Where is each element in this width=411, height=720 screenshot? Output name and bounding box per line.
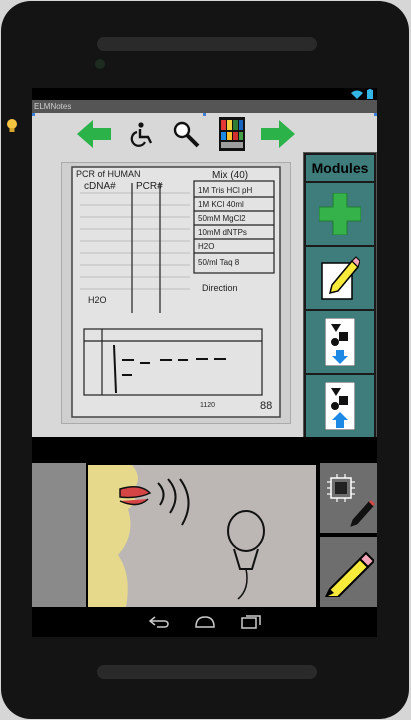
note-page-number: 88 xyxy=(260,400,272,412)
note-col-mix: Mix (40) xyxy=(212,170,248,181)
top-speaker xyxy=(97,37,317,51)
pencil-icon xyxy=(324,551,374,597)
app-title: ELMNotes xyxy=(32,100,377,113)
mix-line-4: 10mM dNTPs xyxy=(198,228,247,237)
plus-icon xyxy=(319,193,361,235)
home-icon xyxy=(195,616,215,628)
mix-line-6: 50/ml Taq 8 xyxy=(198,258,240,267)
selection-handle xyxy=(32,113,35,116)
navigation-bar xyxy=(32,607,377,637)
notes-app: PCR of HUMAN cDNA# PCR# Mix (40) 1M Tris… xyxy=(32,113,377,463)
wifi-icon xyxy=(351,90,363,99)
search-button[interactable] xyxy=(168,117,204,151)
shapes-arrow-up-icon xyxy=(325,382,355,430)
color-palette-button[interactable] xyxy=(214,117,250,151)
notebook-drawing: PCR of HUMAN cDNA# PCR# Mix (40) 1M Tris… xyxy=(62,163,290,423)
wheelchair-icon xyxy=(130,122,153,147)
speech-microphone-drawing xyxy=(88,465,316,607)
magnifier-icon xyxy=(173,121,200,148)
nav-recents-button[interactable] xyxy=(240,612,262,632)
back-button[interactable] xyxy=(76,117,112,151)
edit-module-button[interactable] xyxy=(306,247,374,309)
battery-icon xyxy=(367,89,373,99)
mix-line-3: 50mM MgCl2 xyxy=(198,214,246,223)
selection-handle xyxy=(374,113,377,116)
note-direction-label: Direction xyxy=(202,283,238,293)
speech-drawing-image[interactable] xyxy=(88,465,316,607)
nav-home-button[interactable] xyxy=(194,612,216,632)
color-palette-icon xyxy=(219,117,245,151)
divider-strip xyxy=(32,437,377,463)
note-col-cdna: cDNA# xyxy=(84,181,116,192)
add-module-button[interactable] xyxy=(306,183,374,245)
notebook-page-image[interactable]: PCR of HUMAN cDNA# PCR# Mix (40) 1M Tris… xyxy=(61,162,291,424)
pencil-paper-icon xyxy=(321,256,360,300)
front-camera xyxy=(95,59,105,69)
recents-icon xyxy=(241,615,261,629)
circuit-draw-button[interactable] xyxy=(320,463,377,533)
bottom-module-area xyxy=(32,463,377,607)
mix-line-1: 1M Tris HCl pH xyxy=(198,186,252,195)
bottom-speaker xyxy=(97,665,317,679)
modules-panel: Modules xyxy=(303,152,377,440)
left-arrow-icon xyxy=(77,120,111,148)
forward-button[interactable] xyxy=(260,117,296,151)
shapes-arrow-down-icon xyxy=(325,318,355,366)
status-bar xyxy=(32,88,377,100)
modules-title: Modules xyxy=(306,155,374,181)
circuit-pen-icon xyxy=(326,474,375,527)
import-module-button[interactable] xyxy=(306,311,374,373)
back-icon xyxy=(149,616,169,628)
note-gel-label: 1120 xyxy=(200,402,215,409)
right-arrow-icon xyxy=(261,120,295,148)
mix-line-2: 1M KCl 40ml xyxy=(198,200,244,209)
export-module-button[interactable] xyxy=(306,375,374,437)
nav-back-button[interactable] xyxy=(148,612,170,632)
bottom-left-panel xyxy=(32,463,86,607)
accessibility-button[interactable] xyxy=(124,117,160,151)
selection-handle xyxy=(203,113,206,116)
draw-pencil-button[interactable] xyxy=(320,537,377,607)
lightbulb-icon xyxy=(7,119,17,132)
note-water-label: H2O xyxy=(88,295,107,305)
note-header-left: PCR of HUMAN xyxy=(76,169,141,179)
note-col-pcr: PCR# xyxy=(136,181,163,192)
mix-line-5: H2O xyxy=(198,242,214,251)
screen: ELMNotes PCR of HUMAN cDNA# PCR# Mix (40… xyxy=(32,88,377,637)
